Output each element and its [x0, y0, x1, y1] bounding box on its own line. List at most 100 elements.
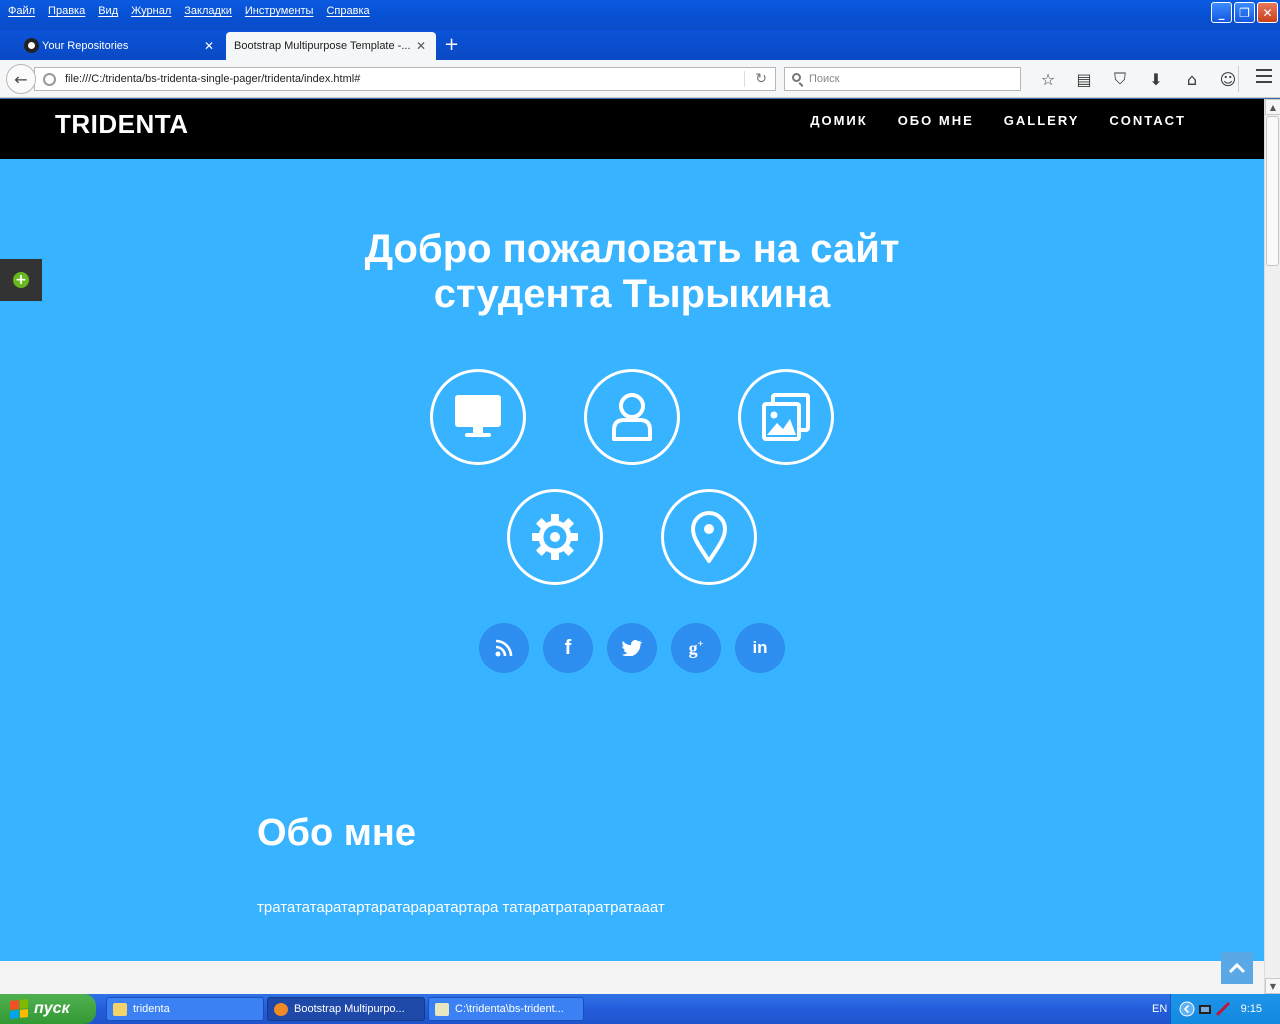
rss-button[interactable] [479, 623, 529, 673]
tab-bootstrap-template[interactable]: Bootstrap Multipurpose Template -... ✕ [226, 32, 436, 60]
twitter-button[interactable] [607, 623, 657, 673]
tab-label: Your Repositories [42, 40, 129, 52]
rss-icon [495, 639, 513, 657]
chevron-up-icon [1228, 962, 1246, 974]
page-viewport: TRIDENTA ДОМИК ОБО МНЕ GALLERY CONTACT +… [0, 99, 1264, 994]
menu-history[interactable]: Журнал [125, 5, 178, 17]
search-placeholder: Поиск [809, 73, 840, 85]
windows-taskbar: пуск tridenta Bootstrap Multipurpo... C:… [0, 994, 1280, 1024]
scroll-down-arrow-icon[interactable]: ▼ [1265, 978, 1280, 994]
tab-your-repositories[interactable]: Your Repositories ✕ [18, 32, 224, 60]
language-indicator[interactable]: EN [1152, 1003, 1167, 1015]
feature-location[interactable] [661, 489, 757, 585]
menu-bookmarks[interactable]: Закладки [178, 5, 239, 17]
next-section [0, 961, 1264, 994]
window-controls: _ ❐ ✕ [1211, 2, 1278, 23]
feature-gallery[interactable] [738, 369, 834, 465]
network-icon[interactable] [1197, 1001, 1213, 1017]
new-tab-icon[interactable]: + [444, 34, 459, 55]
task-label: Bootstrap Multipurpo... [294, 1003, 405, 1015]
chat-icon[interactable]: ☺ [1210, 68, 1246, 90]
twitter-icon [622, 640, 642, 656]
restore-button[interactable]: ❐ [1234, 2, 1255, 23]
feature-monitor[interactable] [430, 369, 526, 465]
minimize-button[interactable]: _ [1211, 2, 1232, 23]
url-text: file:///C:/tridenta/bs-tridenta-single-p… [65, 73, 361, 85]
bookmark-star-icon[interactable]: ☆ [1030, 68, 1066, 90]
task-label: C:\tridenta\bs-trident... [455, 1003, 564, 1015]
nav-link-about[interactable]: ОБО МНЕ [898, 113, 974, 128]
security-icon[interactable] [1215, 1001, 1231, 1017]
feature-user[interactable] [584, 369, 680, 465]
tab-strip: Your Repositories ✕ Bootstrap Multipurpo… [0, 30, 1280, 60]
site-nav: ДОМИК ОБО МНЕ GALLERY CONTACT [810, 113, 1186, 128]
user-icon [612, 393, 652, 441]
hero-line-1: Добро пожаловать на сайт [364, 227, 900, 271]
firefox-icon [274, 1003, 288, 1016]
clock: 9:15 [1240, 1003, 1262, 1015]
windows-logo-icon [10, 999, 28, 1019]
menu-tools[interactable]: Инструменты [239, 5, 321, 17]
taskbar-item-tridenta[interactable]: tridenta [106, 997, 264, 1021]
toolbar-divider [1238, 66, 1239, 92]
task-label: tridenta [133, 1003, 170, 1015]
tab-label: Bootstrap Multipurpose Template -... [234, 40, 411, 52]
hamburger-menu-icon[interactable] [1256, 69, 1272, 87]
google-plus-icon: g+ [688, 637, 704, 658]
nav-link-contact[interactable]: CONTACT [1109, 113, 1186, 128]
nav-link-home[interactable]: ДОМИК [810, 113, 867, 128]
pocket-icon[interactable]: ⛉ [1102, 68, 1138, 90]
facebook-button[interactable]: f [543, 623, 593, 673]
monitor-icon [455, 395, 501, 437]
close-tab-icon[interactable]: ✕ [416, 39, 426, 53]
page-scrollbar[interactable]: ▲ ▼ [1264, 99, 1280, 994]
search-input[interactable]: Поиск [784, 67, 1021, 91]
about-title: Обо мне [257, 812, 416, 854]
download-icon[interactable]: ⬇ [1138, 68, 1174, 90]
menu-view[interactable]: Вид [92, 5, 125, 17]
globe-icon [43, 73, 56, 86]
system-tray: 9:15 [1170, 994, 1280, 1024]
map-pin-icon [691, 511, 727, 563]
menu-file[interactable]: Файл [2, 5, 42, 17]
url-separator [744, 71, 745, 87]
hero-line-2: студента Тырыкина [433, 272, 831, 316]
linkedin-button[interactable]: in [735, 623, 785, 673]
facebook-icon: f [564, 636, 572, 659]
toolbar-icons: ☆ ▤ ⛉ ⬇ ⌂ ☺ [1030, 68, 1246, 90]
feature-settings[interactable] [507, 489, 603, 585]
folder-icon [113, 1003, 127, 1016]
menu-help[interactable]: Справка [320, 5, 376, 17]
scrollbar-thumb[interactable] [1266, 116, 1279, 266]
url-bar[interactable]: file:///C:/tridenta/bs-tridenta-single-p… [34, 67, 776, 91]
about-text: тратататаратартаратараратартара татаратр… [257, 899, 665, 916]
start-label: пуск [34, 1000, 70, 1017]
home-icon[interactable]: ⌂ [1174, 68, 1210, 90]
navigation-toolbar: file:///C:/tridenta/bs-tridenta-single-p… [0, 60, 1280, 98]
menu-bar: Файл Правка Вид Журнал Закладки Инструме… [2, 0, 377, 22]
nav-link-gallery[interactable]: GALLERY [1004, 113, 1080, 128]
scroll-to-top-button[interactable] [1221, 952, 1253, 984]
menu-edit[interactable]: Правка [42, 5, 92, 17]
reload-icon[interactable]: ↻ [755, 68, 767, 90]
gallery-icon [762, 393, 810, 441]
site-logo[interactable]: TRIDENTA [55, 109, 189, 140]
taskbar-item-firefox[interactable]: Bootstrap Multipurpo... [267, 997, 425, 1021]
close-window-button[interactable]: ✕ [1257, 2, 1278, 23]
linkedin-icon: in [752, 638, 768, 657]
notepad-icon [435, 1003, 449, 1016]
gear-icon [532, 514, 578, 560]
start-button[interactable]: пуск [0, 994, 96, 1024]
close-tab-icon[interactable]: ✕ [204, 39, 214, 53]
site-header: TRIDENTA ДОМИК ОБО МНЕ GALLERY CONTACT [0, 99, 1264, 159]
search-icon [792, 73, 801, 82]
browser-title-bar: Файл Правка Вид Журнал Закладки Инструме… [0, 0, 1280, 30]
tray-expand-icon[interactable] [1179, 1001, 1195, 1017]
reading-list-icon[interactable]: ▤ [1066, 68, 1102, 90]
github-icon [24, 38, 39, 53]
scroll-up-arrow-icon[interactable]: ▲ [1265, 99, 1280, 115]
google-plus-button[interactable]: g+ [671, 623, 721, 673]
hero-title: Добро пожаловать на сайт студента Тырыки… [0, 227, 1264, 317]
taskbar-item-notepad[interactable]: C:\tridenta\bs-trident... [428, 997, 584, 1021]
back-button[interactable]: ← [6, 64, 36, 94]
